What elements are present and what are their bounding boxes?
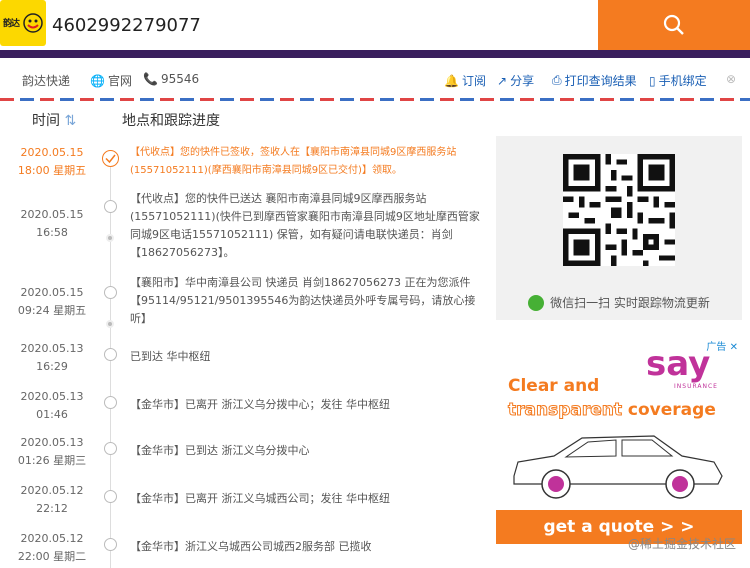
entry-description: 【金华市】浙江义乌城西公司城西2服务部 已揽收 <box>130 540 372 553</box>
company-name: 韵达快递 <box>22 74 71 88</box>
entry-description: 【代收点】您的快件已签收，签收人在【襄阳市南漳县同城9区摩西服务站(155710… <box>130 147 457 176</box>
bell-icon: 🔔 <box>444 73 459 88</box>
step-up-icon <box>104 348 117 361</box>
search-icon <box>663 14 684 35</box>
delivered-check-icon <box>102 150 119 167</box>
step-up-icon <box>104 286 117 299</box>
globe-icon: 🌐 <box>90 73 105 88</box>
entry-description: 【金华市】已离开 浙江义乌城西公司；发往 华中枢纽 <box>130 492 390 505</box>
step-up-icon <box>104 490 117 503</box>
step-up-icon <box>104 442 117 455</box>
step-dot-icon <box>106 234 114 242</box>
progress-column-header: 地点和跟踪进度 <box>122 113 220 129</box>
tracking-number-input[interactable] <box>52 6 592 44</box>
step-up-icon <box>104 396 117 409</box>
print-icon: ⎙ <box>552 73 562 87</box>
search-button[interactable] <box>598 0 750 50</box>
phone-bind-button[interactable]: ▯ 手机绑定 <box>649 72 707 89</box>
entry-date: 2020.05.13 01:46 <box>20 390 84 421</box>
share-icon: ↗ <box>497 73 508 88</box>
search-bar: 韵达 <box>0 0 750 50</box>
entry-description: 【代收点】您的快件已送达 襄阳市南漳县同城9区摩西服务站(15571052111… <box>130 192 480 259</box>
step-dot-icon <box>106 320 114 328</box>
phone-icon: 📞 <box>143 72 158 86</box>
ad-headline-1: Clear and <box>508 376 600 396</box>
sort-icon[interactable]: ⇅ <box>64 113 76 129</box>
timeline-line <box>110 156 111 568</box>
car-illustration-icon <box>513 435 723 499</box>
entry-date: 2020.05.13 01:26 星期三 <box>17 436 87 467</box>
entry-date: 2020.05.15 18:00 星期五 <box>17 146 87 177</box>
entry-description: 【襄阳市】华中南漳县公司 快递员 肖剑18627056273 正在为您派件【95… <box>130 276 476 325</box>
entry-description: 已到达 华中枢纽 <box>130 350 211 363</box>
website-link[interactable]: 🌐 官网 <box>90 72 132 89</box>
step-up-icon <box>104 200 117 213</box>
logo-text: 韵达 <box>3 19 20 29</box>
airmail-divider <box>0 98 750 101</box>
ad-brand-logo: say <box>646 344 711 384</box>
hotline: 📞 95546 <box>143 72 200 86</box>
close-icon[interactable]: ⊗ <box>726 72 736 86</box>
entry-description: 【金华市】已离开 浙江义乌分拨中心；发往 华中枢纽 <box>130 398 390 411</box>
watermark: @稀土掘金技术社区 <box>627 537 736 551</box>
ad-badge[interactable]: 广告 ✕ <box>706 338 738 353</box>
ad-brand-sub: INSURANCE <box>674 383 718 390</box>
insurance-ad[interactable]: 广告 ✕ say INSURANCE Clear and transparent… <box>496 338 742 546</box>
ad-headline-2: transparent coverage <box>508 400 716 421</box>
yunda-logo: 韵达 <box>0 0 46 46</box>
entry-date: 2020.05.15 16:58 <box>20 208 84 239</box>
qr-caption: 微信扫一扫 实时跟踪物流更新 <box>496 294 742 311</box>
step-up-icon <box>104 538 117 551</box>
header-divider <box>0 50 750 58</box>
subscribe-button[interactable]: 🔔 订阅 <box>444 72 486 89</box>
print-results-button[interactable]: ⎙ 打印查询结果 <box>552 72 637 89</box>
qr-panel: 微信扫一扫 实时跟踪物流更新 <box>496 136 742 320</box>
share-button[interactable]: ↗ 分享 <box>497 72 534 89</box>
time-column-header[interactable]: 时间 ⇅ <box>32 110 76 130</box>
tracking-timeline: 2020.05.15 18:00 星期五 【代收点】您的快件已签收，签收人在【襄阳… <box>0 136 490 568</box>
entry-date: 2020.05.12 22:00 星期二 <box>17 532 87 563</box>
qr-code-icon[interactable] <box>563 154 675 266</box>
entry-date: 2020.05.12 22:12 <box>20 484 84 515</box>
wechat-icon <box>528 294 545 311</box>
entry-description: 【金华市】已到达 浙江义乌分拨中心 <box>130 444 310 457</box>
info-bar: 韵达快递 🌐 官网 📞 95546 🔔 订阅 ↗ 分享 ⎙ 打印查询结果 ▯ 手机绑定 ⊗ <box>0 66 750 94</box>
mobile-icon: ▯ <box>649 73 656 88</box>
entry-date: 2020.05.13 16:29 <box>20 342 84 373</box>
entry-date: 2020.05.15 09:24 星期五 <box>17 286 87 317</box>
ad-close-icon: ✕ <box>729 342 738 353</box>
